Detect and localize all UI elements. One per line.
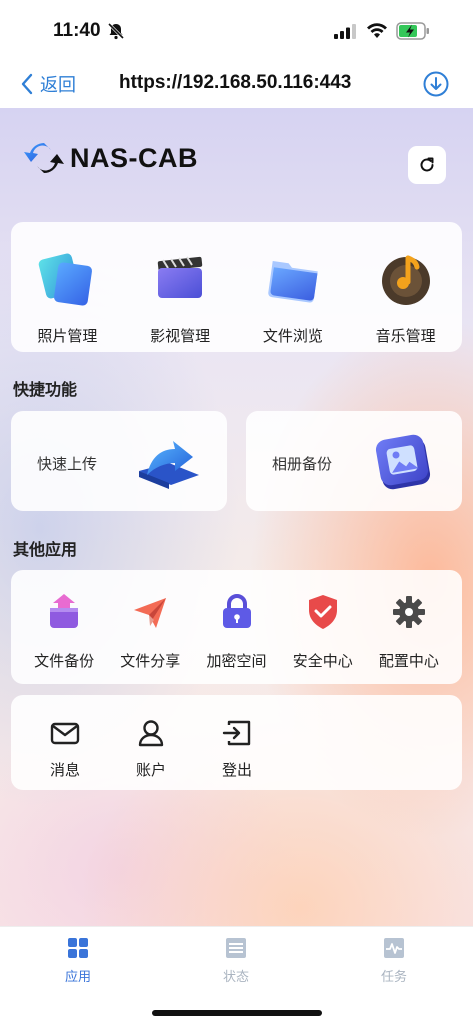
account-card: 消息 账户 登出 [11,695,462,790]
config-center-label: 配置中心 [378,652,439,670]
messages-item[interactable]: 消息 [22,695,108,790]
file-backup-icon [50,594,79,628]
file-backup-label: 文件备份 [34,652,95,670]
video-management-item[interactable]: 影视管理 [124,222,237,352]
video-management-label: 影视管理 [150,327,211,345]
config-center-item[interactable]: 配置中心 [366,570,452,684]
security-center-item[interactable]: 安全中心 [280,570,366,684]
encrypted-space-item[interactable]: 加密空间 [193,570,279,684]
nascab-logo-icon [24,143,64,173]
refresh-icon [420,157,434,172]
account-item[interactable]: 账户 [108,695,194,790]
music-management-item[interactable]: 音乐管理 [349,222,462,352]
photos-icon [39,253,93,306]
album-icon [375,434,431,490]
tab-status[interactable]: 状态 [196,936,276,985]
media-card: 照片管理 影视管理 文件浏览 音乐管理 [11,222,462,352]
tab-apps[interactable]: 应用 [38,936,118,985]
music-management-label: 音乐管理 [375,327,436,345]
file-browse-item[interactable]: 文件浏览 [237,222,350,352]
logout-icon [222,720,251,746]
photo-management-item[interactable]: 照片管理 [11,222,124,352]
photo-management-label: 照片管理 [37,327,98,345]
chevron-left-icon [21,73,33,95]
battery-charging-icon [396,22,429,40]
home-indicator [152,1010,322,1016]
encrypted-space-label: 加密空间 [206,652,267,670]
download-icon[interactable] [423,71,449,97]
quick-functions-title: 快捷功能 [13,380,78,399]
status-bar: 11:40 [0,0,473,60]
upload-arrow-icon [139,441,199,489]
quick-upload-card[interactable]: 快速上传 [11,411,227,511]
mail-icon [50,722,80,745]
tasks-icon [384,938,404,958]
shield-icon [308,595,337,629]
refresh-button[interactable] [408,146,446,184]
logout-item[interactable]: 登出 [194,695,280,790]
back-button[interactable]: 返回 [20,70,76,98]
tab-tasks-label: 任务 [380,970,407,985]
other-apps-title: 其他应用 [13,540,78,559]
status-icon [226,938,246,958]
album-backup-card[interactable]: 相册备份 [246,411,462,511]
logo-text: NAS-CAB [70,142,198,173]
security-center-label: 安全中心 [292,652,353,670]
account-label: 账户 [135,761,166,779]
tab-tasks[interactable]: 任务 [354,936,434,985]
file-browse-label: 文件浏览 [262,327,323,345]
gear-icon [392,596,425,628]
file-backup-item[interactable]: 文件备份 [21,570,107,684]
quick-upload-label: 快速上传 [37,455,98,473]
messages-label: 消息 [49,761,80,779]
music-icon [381,255,430,305]
tab-apps-label: 应用 [64,970,91,985]
logout-label: 登出 [221,761,252,779]
folder-icon [268,260,318,303]
app-content: NAS-CAB 照片管理 影视管理 文件浏览 音乐管理 快捷功能 快速上传 相册… [0,108,473,926]
wifi-icon [367,23,387,38]
bell-off-icon [107,22,125,40]
user-icon [138,720,164,747]
url-address[interactable]: https://192.168.50.116:443 [119,72,351,94]
tab-status-label: 状态 [222,970,249,985]
file-share-label: 文件分享 [120,652,181,670]
other-apps-card: 文件备份 文件分享 加密空间 安全中心 配置中心 [11,570,462,684]
browser-nav-bar: 返回 https://192.168.50.116:443 [0,60,473,108]
album-backup-label: 相册备份 [272,455,333,473]
app-logo: NAS-CAB [22,140,198,176]
video-icon [157,256,203,298]
file-share-item[interactable]: 文件分享 [107,570,193,684]
back-label: 返回 [40,75,76,96]
signal-icon [334,24,356,39]
paper-plane-icon [134,598,167,628]
status-time: 11:40 [53,20,101,41]
lock-icon [222,594,251,628]
apps-grid-icon [68,938,88,958]
